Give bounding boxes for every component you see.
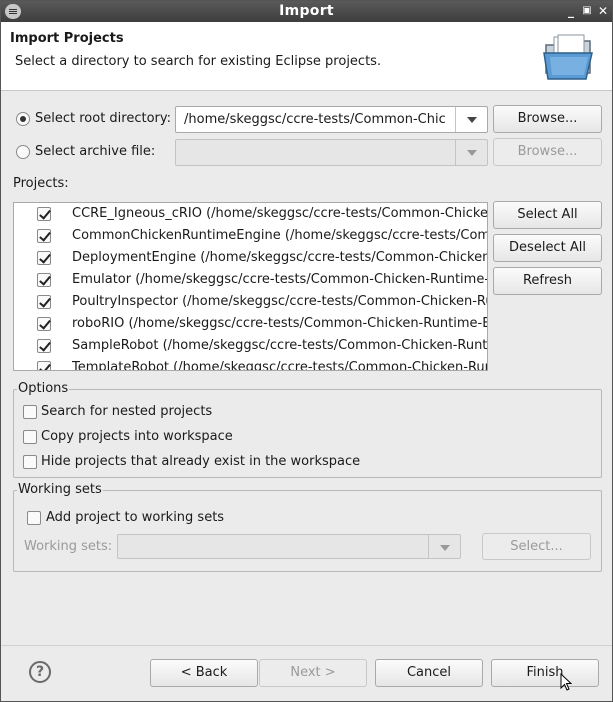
archive-file-combo[interactable] (175, 139, 488, 166)
project-label: PoultryInspector (/home/skeggsc/ccre-tes… (72, 294, 487, 309)
project-label: SampleRobot (/home/skeggsc/ccre-tests/Co… (72, 338, 488, 353)
list-item[interactable]: CCRE_Igneous_cRIO (/home/skeggsc/ccre-te… (14, 203, 487, 225)
refresh-button[interactable]: Refresh (493, 267, 602, 295)
working-sets-label: Working sets: (24, 539, 113, 554)
projects-list[interactable]: CCRE_Igneous_cRIO (/home/skeggsc/ccre-te… (13, 202, 488, 371)
add-to-working-sets-label: Add project to working sets (46, 510, 225, 525)
mouse-cursor-icon (560, 673, 572, 691)
hide-existing-checkbox[interactable] (23, 455, 37, 469)
copy-projects-checkbox[interactable] (23, 430, 37, 444)
project-label: DeploymentEngine (/home/skeggsc/ccre-tes… (72, 250, 488, 265)
project-checkbox[interactable] (37, 251, 51, 265)
select-all-button[interactable]: Select All (493, 201, 602, 229)
close-icon[interactable]: ✕ (595, 3, 611, 19)
archive-browse-button[interactable]: Browse... (493, 138, 602, 166)
archive-file-label: Select archive file: (35, 144, 156, 159)
working-sets-select-button[interactable]: Select... (482, 533, 591, 560)
window-title: Import (279, 3, 334, 19)
list-item[interactable]: SampleRobot (/home/skeggsc/ccre-tests/Co… (14, 335, 487, 357)
list-item[interactable]: PoultryInspector (/home/skeggsc/ccre-tes… (14, 291, 487, 313)
project-label: TemplateRobot (/home/skeggsc/ccre-tests/… (72, 360, 487, 371)
project-label: CommonChickenRuntimeEngine (/home/skeggs… (72, 228, 487, 243)
cancel-button[interactable]: Cancel (375, 659, 483, 687)
minimize-icon[interactable]: _ (563, 3, 579, 19)
archive-file-radio[interactable] (16, 145, 30, 159)
hide-existing-label: Hide projects that already exist in the … (41, 454, 361, 469)
project-label: roboRIO (/home/skeggsc/ccre-tests/Common… (72, 316, 487, 331)
import-dialog: Import _ ▣ ✕ Import Projects Select a di… (0, 0, 613, 702)
options-group: Options Search for nested projects Copy … (13, 381, 602, 478)
help-icon[interactable]: ? (29, 661, 51, 683)
project-checkbox[interactable] (37, 207, 51, 221)
chevron-down-icon[interactable] (455, 107, 487, 132)
root-directory-radio[interactable] (16, 112, 30, 126)
add-to-working-sets-checkbox[interactable] (27, 511, 41, 525)
working-sets-combo[interactable] (117, 534, 461, 559)
nested-projects-label: Search for nested projects (41, 404, 213, 419)
project-label: Emulator (/home/skeggsc/ccre-tests/Commo… (72, 272, 487, 287)
title-bar: Import _ ▣ ✕ (1, 1, 612, 22)
project-checkbox[interactable] (37, 361, 51, 370)
copy-projects-label: Copy projects into workspace (41, 429, 233, 444)
root-browse-button[interactable]: Browse... (493, 105, 602, 133)
project-checkbox[interactable] (37, 295, 51, 309)
import-folder-icon (543, 34, 593, 80)
back-button[interactable]: < Back (150, 659, 258, 687)
deselect-all-button[interactable]: Deselect All (493, 234, 602, 262)
working-sets-legend: Working sets (17, 482, 103, 497)
list-item[interactable]: roboRIO (/home/skeggsc/ccre-tests/Common… (14, 313, 487, 335)
list-item[interactable]: DeploymentEngine (/home/skeggsc/ccre-tes… (14, 247, 487, 269)
root-directory-label: Select root directory: (35, 111, 172, 126)
projects-label: Projects: (13, 176, 69, 191)
next-button[interactable]: Next > (259, 659, 367, 687)
project-checkbox[interactable] (37, 317, 51, 331)
working-sets-group: Working sets Add project to working sets… (13, 482, 602, 572)
root-directory-value: /home/skeggsc/ccre-tests/Common-Chic (184, 112, 446, 127)
list-item[interactable]: Emulator (/home/skeggsc/ccre-tests/Commo… (14, 269, 487, 291)
finish-button[interactable]: Finish (491, 659, 599, 687)
root-directory-combo[interactable]: /home/skeggsc/ccre-tests/Common-Chic (175, 106, 488, 133)
wizard-header: Import Projects Select a directory to se… (1, 22, 612, 91)
chevron-down-icon[interactable] (455, 140, 487, 165)
list-item[interactable]: CommonChickenRuntimeEngine (/home/skeggs… (14, 225, 487, 247)
page-description: Select a directory to search for existin… (15, 54, 382, 69)
maximize-icon[interactable]: ▣ (579, 3, 595, 19)
chevron-down-icon[interactable] (428, 535, 460, 558)
list-item[interactable]: TemplateRobot (/home/skeggsc/ccre-tests/… (14, 357, 487, 371)
project-checkbox[interactable] (37, 273, 51, 287)
page-title: Import Projects (10, 31, 124, 46)
project-checkbox[interactable] (37, 339, 51, 353)
project-label: CCRE_Igneous_cRIO (/home/skeggsc/ccre-te… (72, 206, 488, 221)
nested-projects-checkbox[interactable] (23, 405, 37, 419)
footer-divider (1, 645, 612, 646)
project-checkbox[interactable] (37, 229, 51, 243)
options-legend: Options (17, 381, 70, 396)
